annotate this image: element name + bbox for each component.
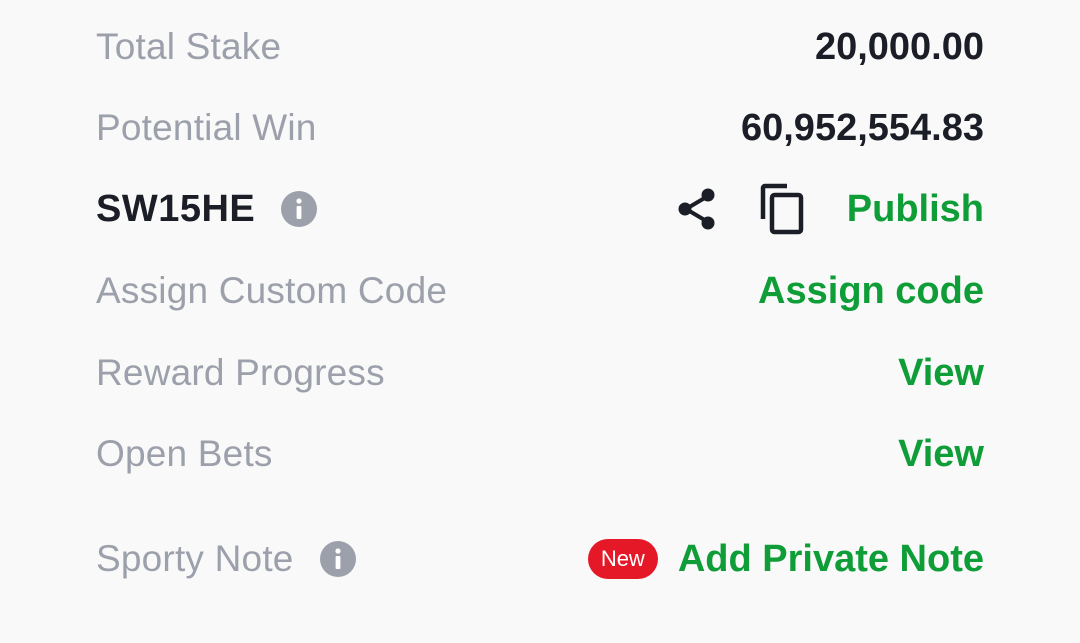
potential-win-value: 60,952,554.83 bbox=[740, 106, 984, 149]
potential-win-label: Potential Win bbox=[96, 107, 317, 148]
total-stake-value: 20,000.00 bbox=[814, 25, 984, 68]
booking-code-row: SW15HE Publish bbox=[96, 169, 984, 249]
sporty-note-row: Sporty Note New Add Private Note bbox=[96, 519, 984, 599]
sporty-note-label: Sporty Note bbox=[96, 538, 294, 579]
reward-progress-label: Reward Progress bbox=[96, 352, 385, 393]
booking-code-actions: Publish bbox=[673, 183, 984, 235]
potential-win-row: Potential Win 60,952,554.83 bbox=[96, 88, 984, 168]
info-icon[interactable] bbox=[319, 541, 356, 577]
assign-code-button[interactable]: Assign code bbox=[758, 270, 984, 313]
total-stake-row: Total Stake 20,000.00 bbox=[96, 7, 984, 87]
add-private-note-button[interactable]: Add Private Note bbox=[678, 538, 984, 581]
open-bets-label: Open Bets bbox=[96, 433, 273, 474]
sporty-note-actions: New Add Private Note bbox=[587, 538, 984, 581]
publish-button[interactable]: Publish bbox=[847, 188, 984, 231]
open-bets-row: Open Bets View bbox=[96, 414, 984, 494]
custom-code-row: Assign Custom Code Assign code bbox=[96, 251, 984, 331]
custom-code-label: Assign Custom Code bbox=[96, 270, 448, 311]
booking-code-group: SW15HE bbox=[96, 187, 318, 231]
share-icon[interactable] bbox=[673, 185, 721, 233]
copy-icon[interactable] bbox=[757, 183, 809, 235]
sporty-note-group: Sporty Note bbox=[96, 538, 356, 580]
total-stake-label: Total Stake bbox=[96, 26, 282, 67]
bet-summary-panel: Total Stake 20,000.00 Potential Win 60,9… bbox=[0, 0, 1080, 643]
reward-progress-row: Reward Progress View bbox=[96, 333, 984, 413]
info-icon[interactable] bbox=[281, 191, 318, 227]
booking-code: SW15HE bbox=[96, 187, 256, 230]
new-badge: New bbox=[587, 539, 658, 579]
reward-progress-view-button[interactable]: View bbox=[898, 352, 984, 395]
open-bets-view-button[interactable]: View bbox=[898, 433, 984, 476]
